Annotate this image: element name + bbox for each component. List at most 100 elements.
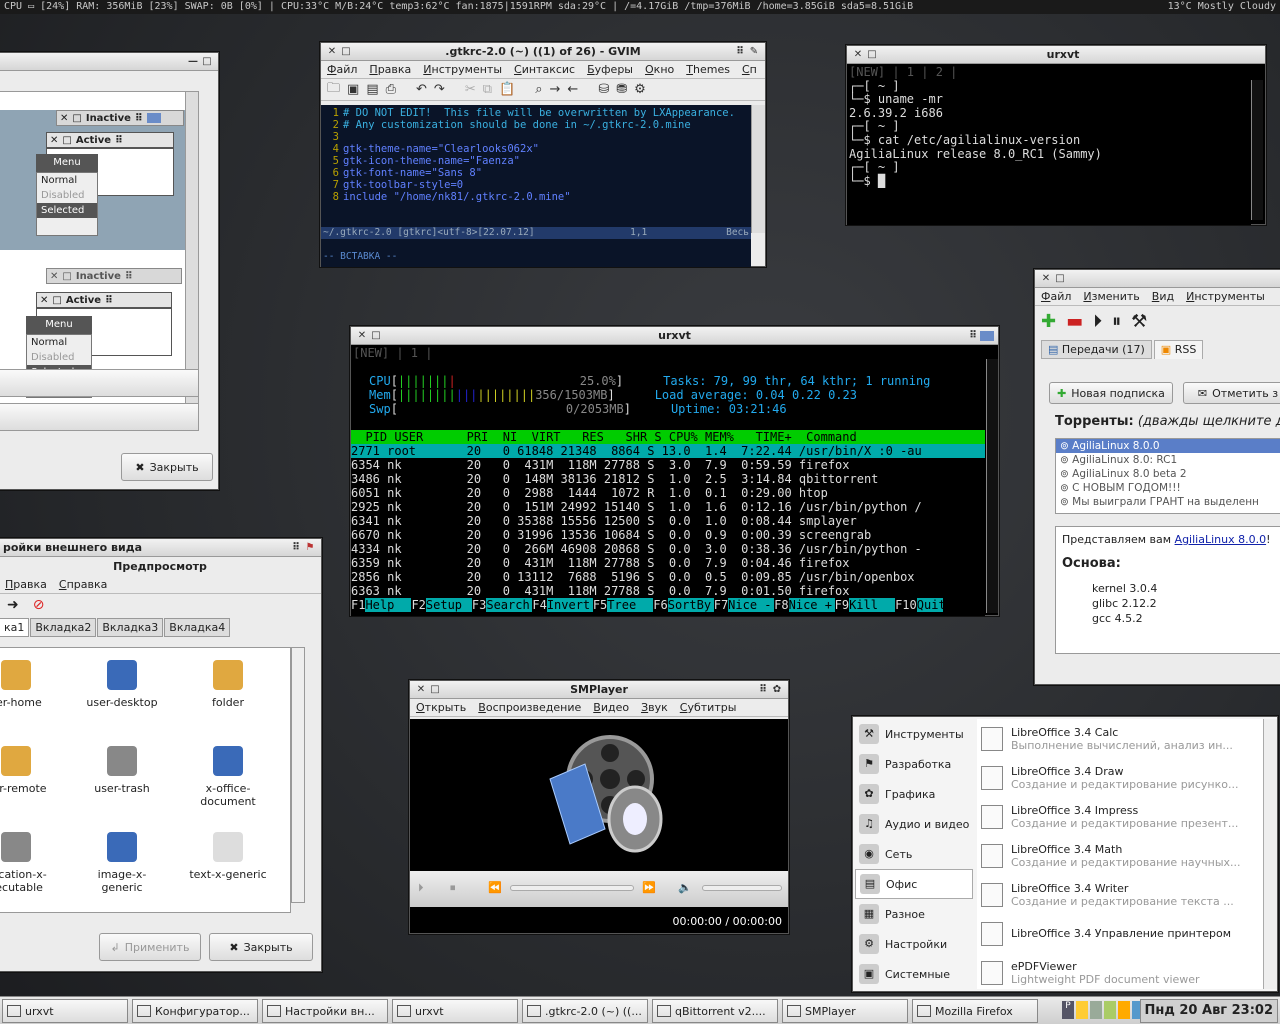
save-session-icon[interactable]: ⛃ (616, 82, 627, 97)
minimize-icon[interactable]: — (186, 56, 200, 67)
titlebar[interactable]: — □ (0, 53, 218, 71)
file-icon-item[interactable]: plication-x- xecutable (0, 832, 66, 894)
cut-icon[interactable]: ✂ (465, 82, 476, 97)
save-icon[interactable]: ▣ (347, 82, 359, 97)
process-row[interactable]: 6363 nk 20 0 431M 118M 27788 S 0.0 7.9 0… (351, 584, 985, 598)
taskbar-item[interactable]: .gtkrc-2.0 (~) ((... (522, 999, 648, 1023)
save-all-icon[interactable]: ▤ (366, 82, 378, 97)
feed-item[interactable]: ⊚ С НОВЫМ ГОДОМ!!! (1056, 481, 1280, 495)
fkey-label[interactable]: Quit (916, 598, 943, 612)
application-item[interactable]: LibreOffice 3.4 Управление принтером (977, 914, 1263, 953)
process-row[interactable]: 3486 nk 20 0 148M 38136 21812 S 1.0 2.5 … (351, 472, 985, 486)
taskbar-item[interactable]: qBittorrent v2.... (652, 999, 778, 1023)
forward-icon[interactable]: ➜ (7, 597, 19, 613)
titlebar[interactable]: ✕ □ SMPlayer ⠿ ✿ (410, 681, 788, 699)
close-button[interactable]: ✖ Закрыть (209, 933, 313, 961)
fkey-label[interactable]: Nice + (788, 598, 835, 612)
preview-button[interactable] (0, 369, 199, 397)
category-item[interactable]: ♫ Аудио и видео (855, 809, 973, 839)
find-icon[interactable]: ⌕ (535, 82, 542, 97)
new-subscription-button[interactable]: ✚ Новая подписка (1049, 382, 1173, 404)
copy-icon[interactable]: ⧉ (483, 82, 492, 97)
file-icon-item[interactable]: user-desktop (72, 660, 172, 709)
menu-item[interactable]: Правка (369, 63, 411, 76)
process-row[interactable]: 6359 nk 20 0 431M 118M 27788 S 0.0 7.9 0… (351, 556, 985, 570)
close-icon[interactable]: ✕ (325, 46, 339, 57)
volume-icon[interactable] (1118, 1001, 1130, 1019)
titlebar[interactable]: ✕ □ urxvt (847, 46, 1265, 64)
category-item[interactable]: ⚙ Настройки (855, 929, 973, 959)
forward-icon[interactable]: ⏩ (642, 881, 656, 894)
application-item[interactable]: LibreOffice 3.4 Math Создание и редактиро… (977, 836, 1263, 875)
fkey-label[interactable]: Help (365, 598, 412, 612)
process-row[interactable]: 6051 nk 20 0 2988 1444 1072 R 1.0 0.1 0:… (351, 486, 985, 500)
feed-item[interactable]: ⊚ AgiliaLinux 8.0.0 (1056, 439, 1280, 453)
feed-item[interactable]: ⊚ AgiliaLinux 8.0: RC1 (1056, 453, 1280, 467)
menu-icon[interactable]: ⠿ (733, 46, 747, 57)
undo-icon[interactable]: ↶ (416, 82, 427, 97)
scrollbar[interactable] (1263, 719, 1277, 989)
file-icon-item[interactable]: der-remote (0, 746, 66, 795)
maximize-icon[interactable]: □ (200, 56, 214, 67)
menu-item[interactable]: Открыть (416, 701, 466, 714)
menu-item[interactable]: Инструменты (1186, 290, 1265, 303)
titlebar[interactable]: ✕ □ urxvt ⠿ (351, 327, 998, 345)
menu-item[interactable]: Themes (686, 63, 730, 76)
fkey-label[interactable]: Setup (425, 598, 472, 612)
tab[interactable]: Вкладка2 (30, 618, 97, 637)
tab-transfers[interactable]: ▤ Передачи (17) (1041, 340, 1152, 359)
close-icon[interactable]: ✕ (414, 684, 428, 695)
category-item[interactable]: ◉ Сеть (855, 839, 973, 869)
player-icon[interactable] (1090, 1001, 1102, 1019)
pause-icon[interactable]: ⏸ (1112, 311, 1121, 332)
process-row[interactable]: 2856 nk 20 0 13112 7688 5196 S 0.0 0.5 0… (351, 570, 985, 584)
maximize-icon[interactable]: □ (865, 49, 879, 60)
process-row[interactable]: 6670 nk 20 0 31996 13536 10684 S 0.0 0.9… (351, 528, 985, 542)
fkey-label[interactable]: SortBy (667, 598, 714, 612)
menu-item[interactable]: Правка (5, 578, 47, 591)
category-item[interactable]: ⚑ Разработка (855, 749, 973, 779)
rewind-icon[interactable]: ⏪ (488, 881, 502, 894)
maximize-icon[interactable]: □ (339, 46, 353, 57)
terminal-output[interactable]: [NEW] | 1 | 2 | ┌─[ ~ ] └─$ uname -mr 2.6.3… (847, 65, 1251, 225)
menu-item[interactable]: Файл (327, 63, 357, 76)
load-session-icon[interactable]: ⛁ (598, 82, 609, 97)
article-link[interactable]: AgiliaLinux 8.0.0 (1175, 533, 1267, 546)
terminal-output[interactable]: [NEW] | 1 | CPU[||||||| | 25.0%] Tasks: 79,… (351, 346, 985, 616)
print-icon[interactable]: ⎙ (386, 82, 396, 97)
process-row[interactable]: 6354 nk 20 0 431M 118M 27788 S 3.0 7.9 0… (351, 458, 985, 472)
menu-icon[interactable]: ⠿ (289, 542, 303, 553)
application-item[interactable]: LibreOffice 3.4 Writer Создание и редакти… (977, 875, 1263, 914)
play-icon[interactable]: ⏵ (418, 881, 424, 895)
category-item[interactable]: ✿ Графика (855, 779, 973, 809)
titlebar[interactable]: ✕ □ .gtkrc-2.0 (~) ((1) of 26) - GVIM ⠿ ✎ (321, 43, 765, 61)
process-header[interactable]: PID USER PRI NI VIRT RES SHR S CPU% MEM%… (351, 430, 985, 444)
find-next-icon[interactable]: → (550, 82, 561, 97)
tray-icon[interactable]: P (1062, 1001, 1074, 1019)
category-item[interactable]: ▤ Офис (855, 869, 973, 899)
network-icon[interactable] (1104, 1001, 1116, 1019)
menu-item[interactable]: Видео (593, 701, 629, 714)
file-icon-item[interactable]: x-office- document (178, 746, 278, 808)
process-row[interactable]: 2925 nk 20 0 151M 24992 15140 S 1.0 1.6 … (351, 500, 985, 514)
taskbar-item[interactable]: Mozilla Firefox (912, 999, 1038, 1023)
tab-rss[interactable]: ▣ RSS (1153, 340, 1204, 359)
titlebar[interactable]: ройки внешнего вида ⠿ ⚑ (0, 539, 321, 557)
stop-icon[interactable]: ⏹ (450, 881, 456, 895)
redo-icon[interactable]: ↷ (434, 82, 445, 97)
fkey-label[interactable]: Kill (849, 598, 896, 612)
fkey-label[interactable]: Invert (546, 598, 593, 612)
process-row[interactable]: 6341 nk 20 0 35388 15556 12500 S 0.0 1.0… (351, 514, 985, 528)
process-row[interactable]: 2771 root 20 0 61848 21348 8864 S 13.0 1… (351, 444, 985, 458)
resume-icon[interactable]: ⏵ (1093, 311, 1102, 332)
stop-icon[interactable]: ⊘ (33, 597, 45, 613)
file-icon-item[interactable]: image-x- generic (72, 832, 172, 894)
open-icon[interactable]: 🗀 (327, 79, 340, 101)
menu-item[interactable]: Воспроизведение (478, 701, 581, 714)
scrollbar[interactable] (986, 359, 998, 613)
seek-bar[interactable] (510, 885, 634, 891)
taskbar-item[interactable]: urxvt (2, 999, 128, 1023)
menu-item[interactable]: Окно (645, 63, 674, 76)
tab[interactable]: ка1 (0, 618, 30, 637)
mark-read-button[interactable]: ✉ Отметить з (1183, 382, 1280, 404)
